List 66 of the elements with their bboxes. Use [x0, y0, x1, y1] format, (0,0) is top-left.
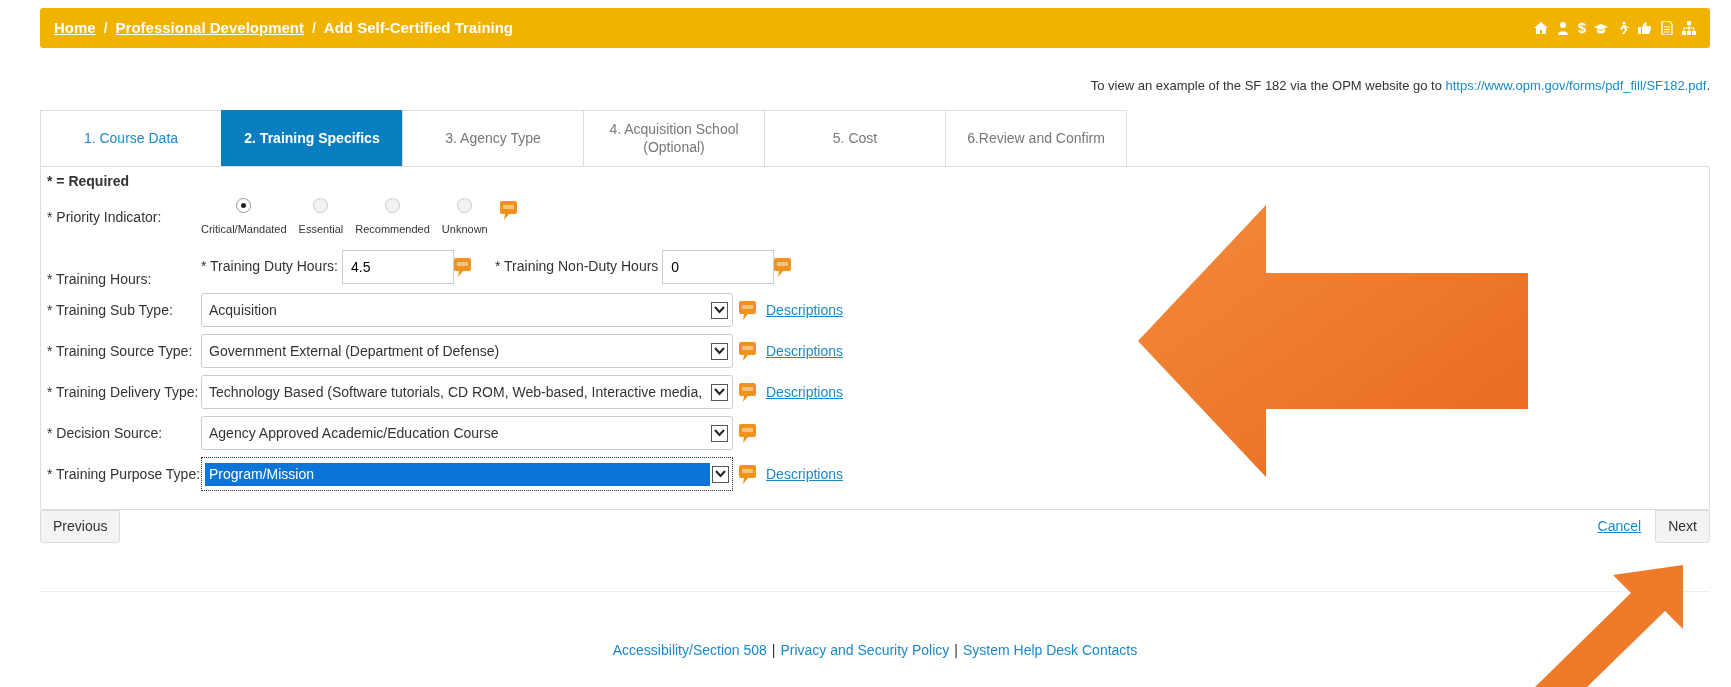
- select-field[interactable]: Government External (Department of Defense): [201, 334, 733, 368]
- caret-icon[interactable]: [711, 301, 728, 319]
- tip-icon[interactable]: [739, 423, 756, 443]
- field-label: * Training Source Type:: [47, 341, 194, 361]
- radio-label: Unknown: [441, 221, 488, 237]
- non-duty-hours-input[interactable]: 0: [662, 249, 775, 284]
- footer-separator: |: [771, 641, 776, 658]
- radio-button[interactable]: [236, 197, 252, 213]
- opm-link[interactable]: https://www.opm.gov/forms/pdf_fill/SF182.pdf: [1445, 78, 1707, 93]
- radio-button[interactable]: [313, 197, 329, 213]
- breadcrumb-separator: /: [103, 18, 108, 38]
- radio-button[interactable]: [385, 197, 401, 213]
- field-label: * Training Purpose Type:: [47, 464, 201, 484]
- select-field[interactable]: Agency Approved Academic/Education Course: [201, 416, 733, 450]
- footer-link[interactable]: System Help Desk Contacts: [962, 641, 1138, 658]
- descriptions-link[interactable]: Descriptions: [766, 463, 844, 485]
- tip-icon[interactable]: [499, 199, 517, 220]
- opm-note: To view an example of the SF 182 via the OPM website go to: [1090, 78, 1443, 93]
- tip-icon[interactable]: [774, 256, 792, 277]
- tip-icon[interactable]: [739, 382, 756, 402]
- cancel-link[interactable]: Cancel: [1597, 515, 1642, 537]
- previous-button[interactable]: Previous: [40, 509, 121, 543]
- duty-hours-input[interactable]: 4.5: [341, 249, 454, 284]
- field-label: * Priority Indicator:: [47, 208, 163, 227]
- descriptions-link[interactable]: Descriptions: [766, 340, 844, 362]
- graduation-cap-icon[interactable]: [1594, 21, 1608, 35]
- descriptions-link[interactable]: Descriptions: [766, 299, 844, 321]
- breadcrumb-separator: /: [311, 18, 316, 38]
- field-label: * Training Non-Duty Hours: [494, 257, 659, 276]
- field-label: * Training Hours:: [47, 269, 153, 289]
- caret-icon[interactable]: [711, 383, 728, 401]
- tip-icon[interactable]: [739, 341, 756, 361]
- descriptions-link[interactable]: Descriptions: [766, 381, 844, 403]
- caret-icon[interactable]: [711, 424, 728, 442]
- thumbs-up-icon[interactable]: [1638, 21, 1652, 35]
- caret-icon[interactable]: [711, 342, 728, 360]
- tip-icon[interactable]: [739, 300, 756, 320]
- field-label: * Training Duty Hours:: [201, 257, 338, 276]
- select-field[interactable]: Program/Mission: [201, 457, 733, 491]
- footer-link[interactable]: Privacy and Security Policy: [780, 641, 950, 658]
- select-field[interactable]: Technology Based (Software tutorials, CD ROM, Web-based, Interactive media,: [201, 375, 733, 409]
- sitemap-icon[interactable]: [1682, 21, 1696, 35]
- step-tab[interactable]: 6.Review and Confirm: [945, 109, 1127, 166]
- user-icon[interactable]: [1555, 21, 1570, 35]
- home-icon[interactable]: [1533, 21, 1548, 35]
- step-tab[interactable]: 3. Agency Type: [402, 109, 584, 166]
- tip-icon[interactable]: [739, 464, 756, 484]
- field-label: * Decision Source:: [47, 423, 164, 443]
- next-button[interactable]: Next: [1655, 509, 1710, 543]
- required-note: * = Required: [47, 171, 131, 191]
- field-label: * Training Sub Type:: [47, 300, 174, 320]
- breadcrumb-current: Add Self-Certified Training: [323, 17, 514, 38]
- radio-button[interactable]: [457, 197, 473, 213]
- step-tab[interactable]: 2. Training Specifics: [221, 109, 403, 166]
- radio-label: Recommended: [355, 221, 430, 237]
- tip-icon[interactable]: [453, 256, 471, 277]
- step-tab[interactable]: 1. Course Data: [40, 109, 222, 166]
- radio-label: Essential: [298, 221, 344, 237]
- footer-link[interactable]: Accessibility/Section 508: [612, 641, 767, 658]
- select-field[interactable]: Acquisition: [201, 293, 733, 327]
- radio-label: Critical/Mandated: [201, 221, 287, 237]
- document-icon[interactable]: [1660, 21, 1674, 35]
- period-text: .: [1706, 78, 1710, 93]
- field-label: * Training Delivery Type:: [47, 382, 200, 402]
- caret-icon[interactable]: [712, 465, 729, 483]
- footer-separator: |: [954, 641, 958, 658]
